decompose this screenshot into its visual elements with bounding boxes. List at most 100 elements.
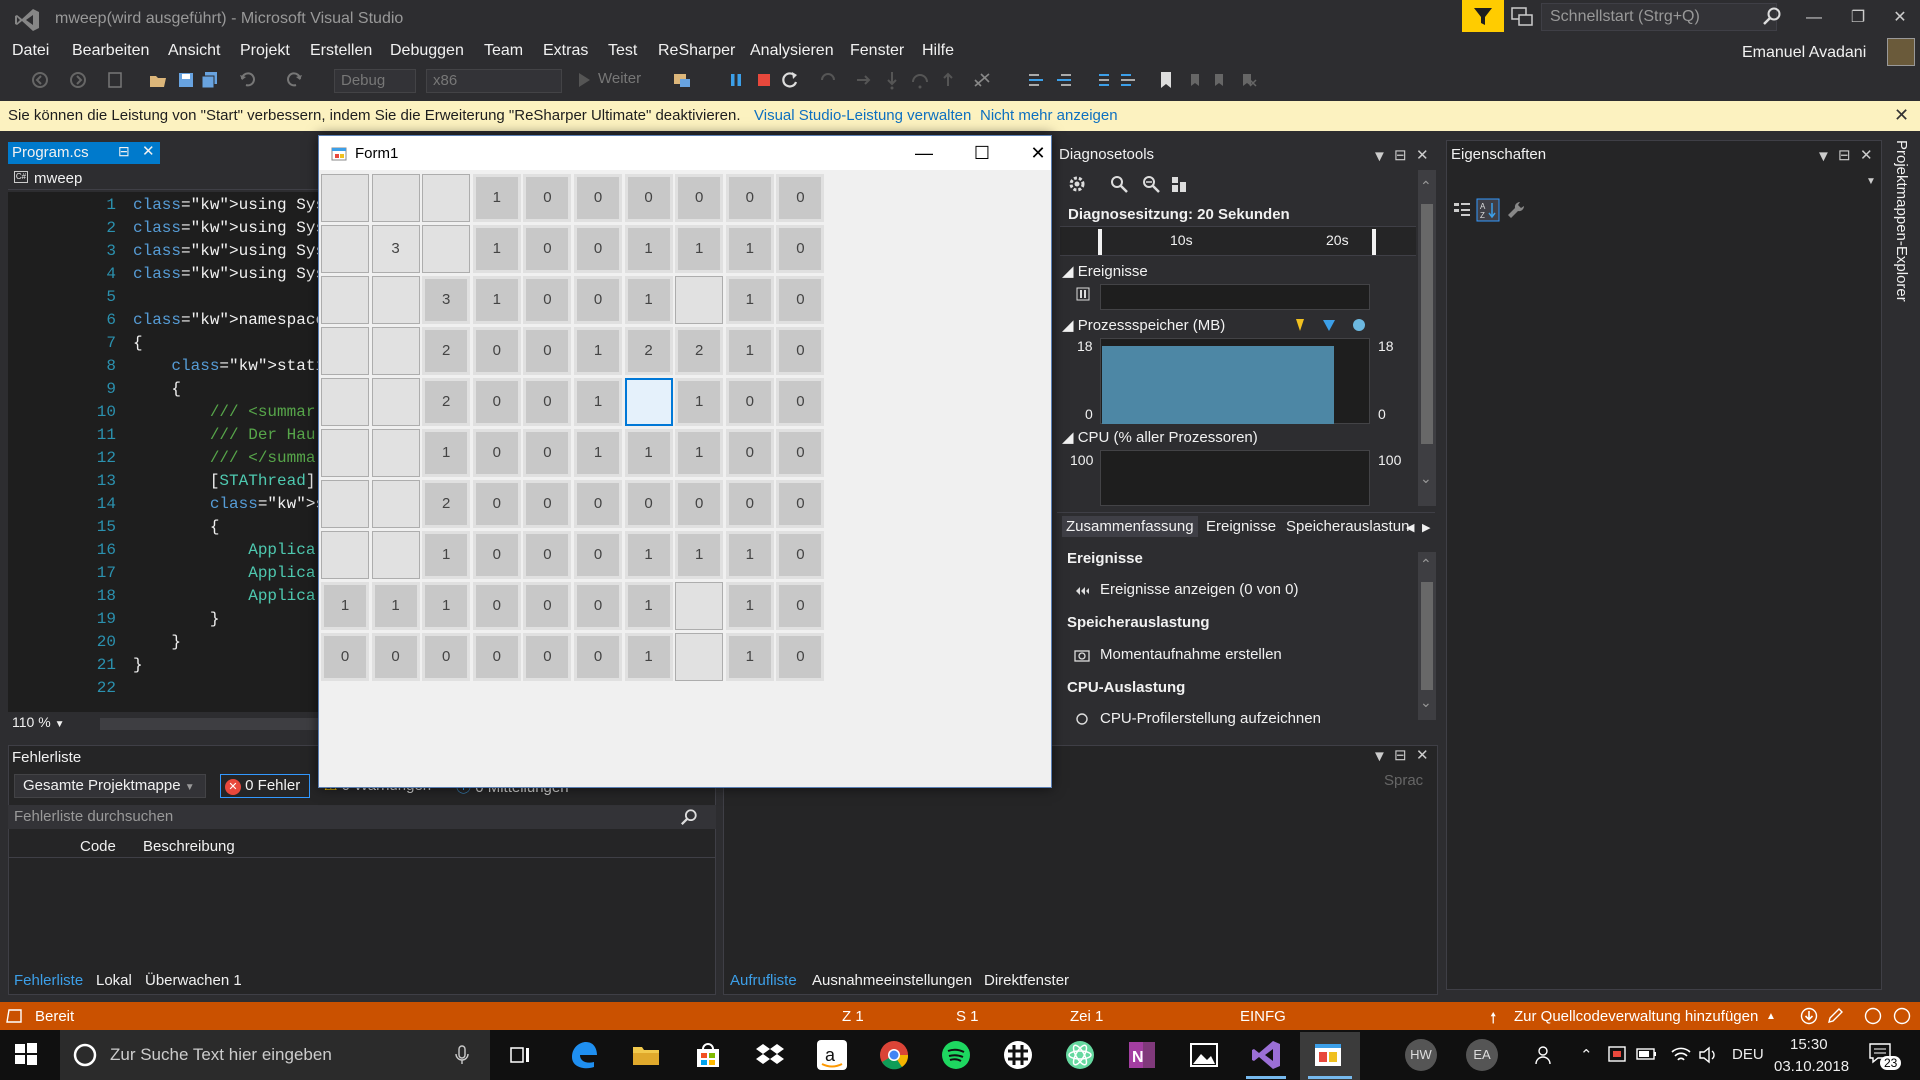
show-events-link[interactable]: Ereignisse anzeigen (0 von 0): [1100, 581, 1298, 598]
scroll-up-icon[interactable]: ⌃: [1420, 178, 1432, 195]
column-language[interactable]: Sprac: [1384, 772, 1423, 789]
pin-icon[interactable]: ⊟: [118, 143, 130, 160]
dropbox-icon[interactable]: [752, 1037, 788, 1073]
next-bookmark-icon[interactable]: [1210, 70, 1230, 90]
battery-icon[interactable]: [1636, 1046, 1658, 1062]
manage-performance-link[interactable]: Visual Studio-Leistung verwalten: [754, 107, 971, 124]
microphone-icon[interactable]: [454, 1044, 470, 1066]
column-code[interactable]: Code: [80, 838, 116, 855]
minefield-cell[interactable]: 0: [472, 531, 521, 579]
minefield-cell[interactable]: 0: [574, 276, 622, 324]
diagnostics-timeline[interactable]: 10s 20s: [1060, 226, 1416, 256]
pin-icon[interactable]: ⊟: [1394, 146, 1407, 164]
minefield-cell[interactable]: 0: [523, 225, 572, 273]
minefield-cell[interactable]: 0: [574, 225, 622, 273]
edge-icon[interactable]: [566, 1037, 602, 1073]
record-cpu-profile-link[interactable]: CPU-Profilerstellung aufzeichnen: [1100, 710, 1321, 727]
restore-button[interactable]: ❐: [1838, 4, 1878, 32]
minefield-cell[interactable]: 1: [574, 327, 622, 375]
people-icon[interactable]: [1534, 1044, 1556, 1066]
minefield-cell[interactable]: [675, 582, 724, 630]
minefield-cell[interactable]: 0: [776, 480, 825, 528]
save-icon[interactable]: [176, 70, 196, 90]
minefield-cell[interactable]: [371, 378, 420, 426]
volume-icon[interactable]: [1698, 1046, 1720, 1064]
minefield-cell[interactable]: 0: [776, 582, 825, 630]
photos-icon[interactable]: [1186, 1037, 1222, 1073]
minefield-cell[interactable]: 1: [675, 378, 724, 426]
minefield-cell[interactable]: 2: [422, 378, 471, 426]
minefield-cell[interactable]: 1: [574, 429, 622, 477]
minefield-cell[interactable]: 1: [624, 429, 673, 477]
column-description[interactable]: Beschreibung: [143, 838, 235, 855]
minefield-cell[interactable]: 0: [321, 633, 369, 681]
minefield-cell[interactable]: 0: [725, 378, 774, 426]
diagnostics-vertical-scrollbar[interactable]: ⌃ ⌄: [1418, 170, 1436, 506]
minefield-cell[interactable]: 1: [624, 225, 673, 273]
add-to-source-control-button[interactable]: Zur Quellcodeverwaltung hinzufügen: [1514, 1008, 1758, 1025]
scroll-thumb[interactable]: [1421, 204, 1433, 444]
minefield-cell[interactable]: [321, 225, 369, 273]
minefield-cell[interactable]: 0: [472, 582, 521, 630]
avatar[interactable]: HW: [1405, 1039, 1437, 1071]
form1-minimize-button[interactable]: —: [901, 140, 947, 166]
pin-icon[interactable]: ⊟: [1394, 746, 1407, 764]
amazon-icon[interactable]: a: [814, 1037, 850, 1073]
open-folder-icon[interactable]: [148, 70, 168, 90]
minefield-cell[interactable]: 0: [776, 225, 825, 273]
minefield-cell[interactable]: 1: [725, 225, 774, 273]
menu-test[interactable]: Test: [608, 42, 637, 60]
select-tools-icon[interactable]: [1169, 174, 1189, 194]
hot-reload-icon[interactable]: [818, 70, 838, 90]
close-icon[interactable]: ✕: [1894, 105, 1909, 126]
chevron-up-icon[interactable]: ⌃: [1580, 1046, 1593, 1064]
notification-filter-icon[interactable]: [1462, 0, 1504, 32]
minefield-cell[interactable]: 0: [574, 174, 622, 222]
minefield-cell[interactable]: [321, 531, 369, 579]
code-editor[interactable]: 1 class="kw">using System; 2 class="kw">usi…: [8, 192, 421, 712]
chevron-up-icon[interactable]: ▲: [1766, 1011, 1776, 1022]
close-button[interactable]: ✕: [1880, 4, 1920, 32]
prev-bookmark-icon[interactable]: [1184, 70, 1204, 90]
continue-button[interactable]: Weiter: [598, 70, 641, 87]
avatar[interactable]: [1887, 38, 1915, 66]
pause-events-icon[interactable]: [1076, 287, 1090, 301]
minefield-cell[interactable]: 1: [472, 276, 521, 324]
minefield-cell[interactable]: 1: [725, 327, 774, 375]
events-graph[interactable]: [1100, 284, 1370, 310]
taskbar-search-input[interactable]: Zur Suche Text hier eingeben: [60, 1030, 490, 1080]
tab-speicherauslastung[interactable]: Speicherauslastun: [1286, 518, 1409, 535]
project-selector[interactable]: mweep: [34, 170, 82, 187]
minefield-cell[interactable]: 1: [422, 429, 471, 477]
zoom-out-icon[interactable]: [1141, 174, 1161, 194]
minefield-cell[interactable]: 1: [725, 531, 774, 579]
minefield-cell[interactable]: 0: [523, 327, 572, 375]
minefield-cell[interactable]: [321, 276, 369, 324]
minefield-cell[interactable]: 3: [422, 276, 471, 324]
scroll-thumb[interactable]: [1421, 582, 1433, 690]
minefield-cell[interactable]: [422, 225, 471, 273]
minefield-cell[interactable]: [321, 174, 369, 222]
process-icon[interactable]: [672, 70, 692, 90]
events-section-header[interactable]: ◢ Ereignisse: [1062, 262, 1148, 280]
minefield-cell[interactable]: 1: [624, 531, 673, 579]
minefield-cell[interactable]: 1: [675, 531, 724, 579]
live-share-icon[interactable]: [1864, 1007, 1884, 1025]
pin-icon[interactable]: ⊟: [1838, 146, 1851, 164]
minefield-cell[interactable]: [675, 633, 724, 681]
scroll-up-icon[interactable]: ⌃: [1420, 556, 1432, 573]
minefield-cell[interactable]: 1: [422, 531, 471, 579]
tab-fehlerliste[interactable]: Fehlerliste: [14, 972, 83, 989]
search-icon[interactable]: [680, 808, 698, 826]
minefield-cell[interactable]: [371, 480, 420, 528]
minefield-cell[interactable]: 0: [624, 174, 673, 222]
minefield-cell[interactable]: 0: [776, 531, 825, 579]
minefield-cell[interactable]: 0: [472, 633, 521, 681]
show-next-statement-icon[interactable]: [854, 70, 874, 90]
tab-ausnahmeeinstellungen[interactable]: Ausnahmeeinstellungen: [812, 972, 972, 989]
scroll-down-icon[interactable]: ⌄: [1420, 470, 1432, 487]
dont-show-again-link[interactable]: Nicht mehr anzeigen: [980, 107, 1118, 124]
zoom-select[interactable]: 110 % ▼: [8, 713, 84, 733]
minefield-cell[interactable]: 0: [472, 327, 521, 375]
pause-icon[interactable]: [726, 70, 746, 90]
